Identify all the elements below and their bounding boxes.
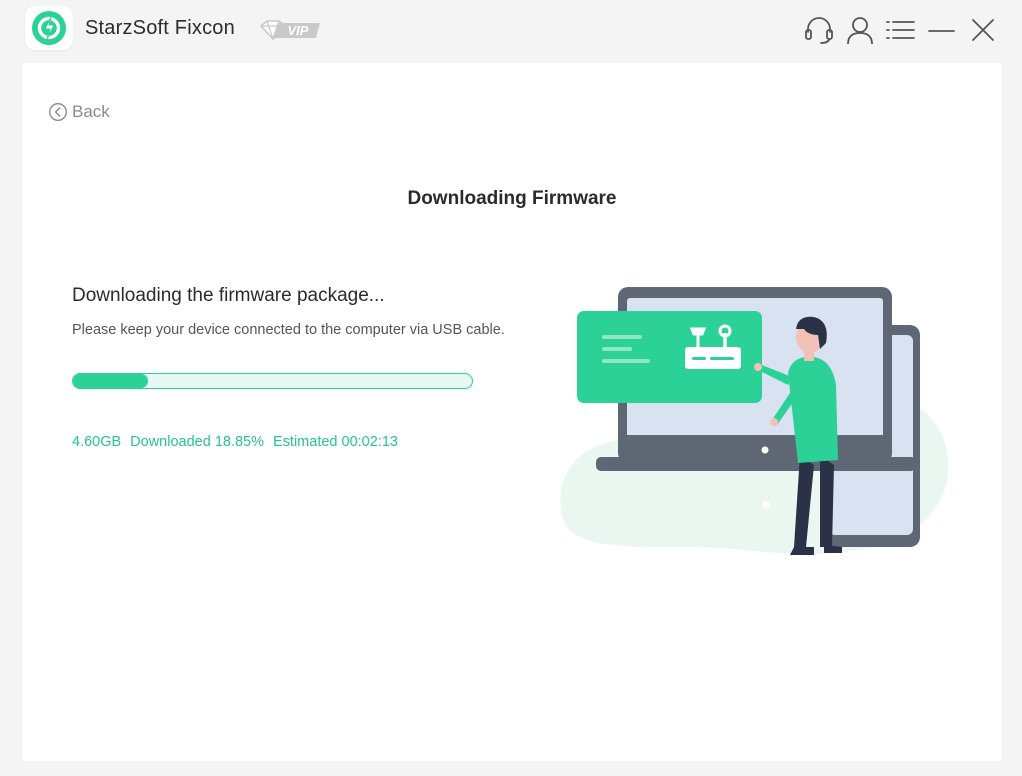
estimated-time: Estimated 00:02:13 bbox=[273, 434, 398, 450]
app-logo bbox=[25, 6, 73, 50]
app-title: StarzSoft Fixcon bbox=[85, 17, 235, 39]
title-bar: StarzSoft Fixcon VIP bbox=[0, 0, 1022, 62]
menu-icon[interactable] bbox=[885, 14, 917, 46]
firmware-card-icon bbox=[577, 311, 762, 403]
minimize-icon[interactable] bbox=[926, 14, 958, 46]
back-button[interactable]: Back bbox=[48, 101, 110, 123]
status-heading: Downloading the firmware package... bbox=[72, 285, 385, 306]
vip-badge[interactable]: VIP bbox=[258, 18, 322, 47]
headset-icon[interactable] bbox=[803, 14, 835, 46]
user-icon[interactable] bbox=[844, 14, 876, 46]
page-title: Downloading Firmware bbox=[407, 188, 617, 209]
close-icon[interactable] bbox=[967, 14, 999, 46]
downloaded-percent: Downloaded 18.85% bbox=[130, 434, 264, 450]
back-label: Back bbox=[72, 102, 110, 121]
download-size: 4.60GB bbox=[72, 434, 122, 450]
status-subtext: Please keep your device connected to the… bbox=[72, 322, 505, 338]
fixcon-logo-icon bbox=[32, 11, 66, 45]
main-panel: Back Downloading Firmware Downloading th… bbox=[22, 63, 1002, 761]
download-progress-fill bbox=[73, 374, 149, 388]
vip-label: VIP bbox=[288, 23, 309, 38]
back-arrow-icon bbox=[48, 102, 68, 122]
download-progress-bar bbox=[72, 373, 473, 389]
progress-stats: 4.60GB Downloaded 18.85% Estimated 00:02… bbox=[72, 434, 398, 450]
firmware-download-illustration bbox=[552, 285, 952, 565]
